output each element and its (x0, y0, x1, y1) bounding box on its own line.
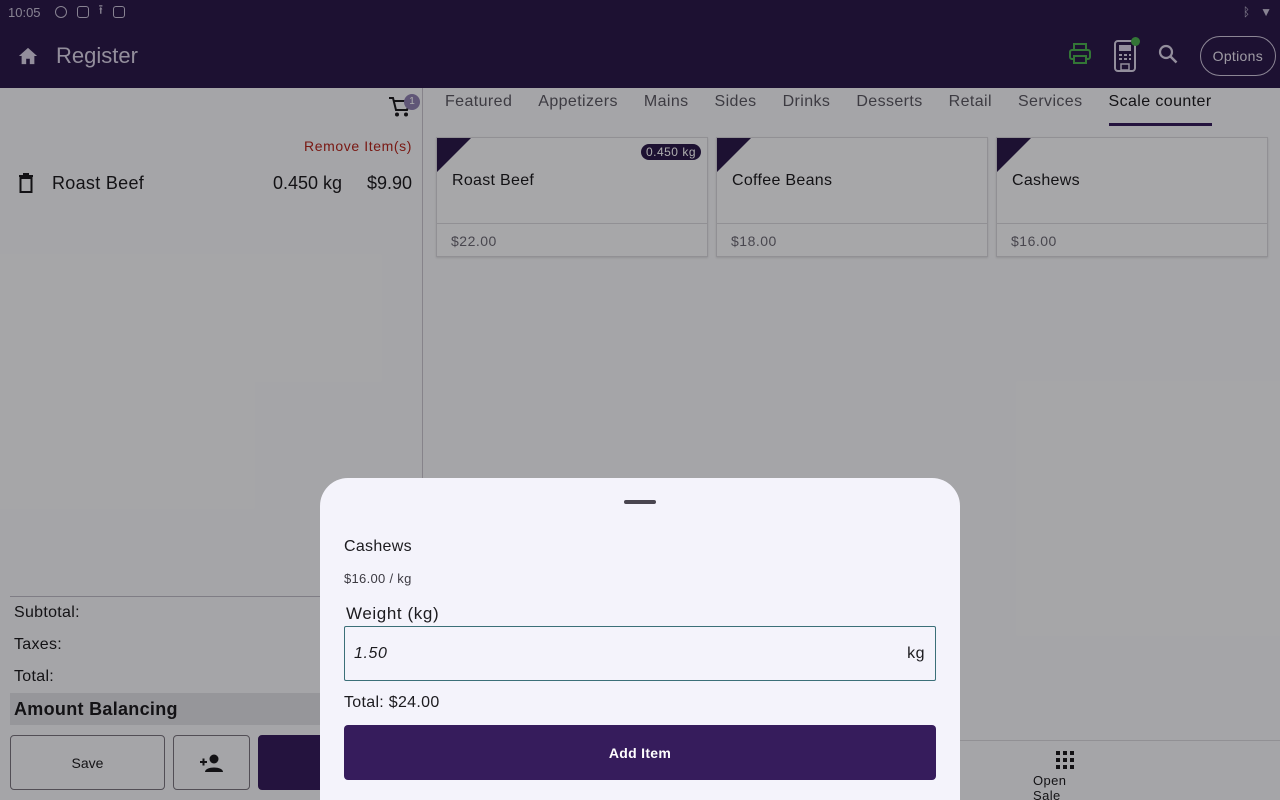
weight-input[interactable] (345, 627, 908, 680)
sheet-unit-price: $16.00 / kg (344, 571, 412, 586)
sheet-item-name: Cashews (344, 538, 412, 555)
weight-field-label: Weight (kg) (346, 604, 440, 623)
sheet-total: Total: $24.00 (344, 694, 440, 711)
add-item-button[interactable]: Add Item (344, 725, 936, 780)
weight-field: kg (344, 626, 936, 681)
weight-suffix: kg (907, 644, 925, 662)
drag-handle[interactable] (624, 500, 656, 504)
weight-entry-sheet: Cashews $16.00 / kg Weight (kg) kg Total… (320, 478, 960, 800)
